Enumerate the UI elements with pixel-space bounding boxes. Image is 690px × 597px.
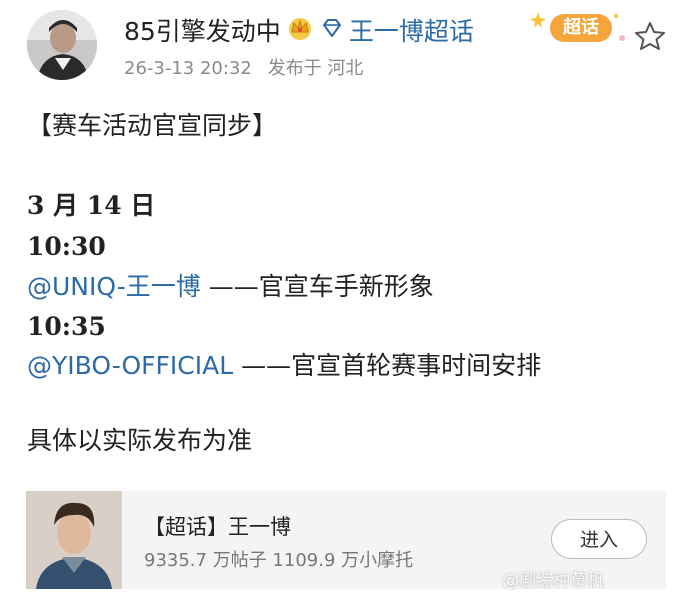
post-date: 3 月 14 日 bbox=[27, 191, 156, 220]
schedule-time: 10:30 bbox=[27, 232, 106, 261]
schedule-line: @UNIQ-王一博 ——官宣车手新形象 bbox=[27, 269, 434, 305]
supertopic-link[interactable]: 王一博超话 bbox=[349, 12, 474, 48]
badge-label: 超话 bbox=[550, 14, 612, 42]
user-avatar[interactable] bbox=[27, 10, 97, 80]
user-name[interactable]: 85引擎发动中 bbox=[124, 12, 281, 48]
schedule-line: @YIBO-OFFICIAL ——官宣首轮赛事时间安排 bbox=[27, 348, 541, 384]
crown-icon bbox=[287, 15, 313, 45]
supertopic-badge[interactable]: 超话 bbox=[530, 8, 630, 48]
watermark: @剧综种草机 bbox=[502, 571, 604, 591]
card-stats: 9335.7 万帖子 1109.9 万小摩托 bbox=[144, 550, 414, 571]
diamond-icon bbox=[319, 18, 343, 42]
enter-button[interactable]: 进入 bbox=[551, 519, 647, 559]
mention-link[interactable]: @UNIQ-王一博 bbox=[27, 272, 201, 301]
card-title: 【超话】王一博 bbox=[144, 515, 291, 539]
schedule-text: ——官宣首轮赛事时间安排 bbox=[233, 351, 542, 380]
post-footer-note: 具体以实际发布为准 bbox=[27, 426, 253, 455]
star-icon[interactable] bbox=[633, 20, 667, 52]
post-meta: 26-3-13 20:32 发布于 河北 bbox=[124, 54, 363, 80]
schedule-text: ——官宣车手新形象 bbox=[200, 272, 434, 301]
mention-link[interactable]: @YIBO-OFFICIAL bbox=[27, 351, 233, 380]
post-title: 【赛车活动官宣同步】 bbox=[27, 111, 278, 140]
post-timestamp: 26-3-13 20:32 bbox=[124, 58, 252, 79]
schedule-time: 10:35 bbox=[27, 312, 106, 341]
post-location: 发布于 河北 bbox=[267, 58, 364, 79]
post-header: 85引擎发动中 王一博超话 bbox=[124, 12, 474, 48]
supertopic-cover-image bbox=[26, 491, 122, 589]
